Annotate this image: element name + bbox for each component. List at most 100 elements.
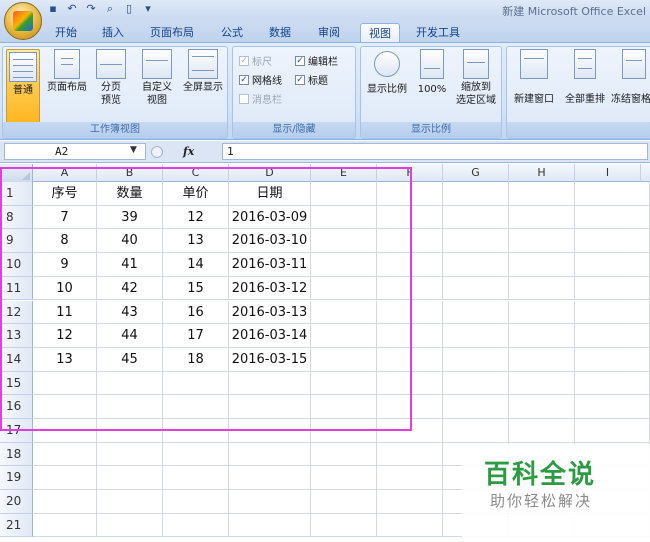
column-header-i[interactable]: I xyxy=(575,164,641,182)
save-icon[interactable]: ▪ xyxy=(46,2,60,16)
row-header[interactable]: 21 xyxy=(0,513,33,538)
cell[interactable]: 单价 xyxy=(163,182,229,206)
cell[interactable] xyxy=(311,205,377,230)
cell[interactable] xyxy=(575,182,650,206)
cell[interactable] xyxy=(229,466,311,491)
tab-page-layout[interactable]: 页面布局 xyxy=(144,23,200,42)
cell[interactable] xyxy=(229,419,311,443)
cell[interactable] xyxy=(575,276,650,301)
cell[interactable] xyxy=(33,442,97,467)
chevron-down-icon[interactable]: ▼ xyxy=(130,143,137,158)
cell[interactable] xyxy=(377,182,443,206)
row-header[interactable]: 15 xyxy=(0,371,33,396)
cell[interactable] xyxy=(443,205,509,230)
cell[interactable] xyxy=(97,371,163,396)
cell[interactable]: 17 xyxy=(163,324,229,348)
cell[interactable] xyxy=(163,395,229,419)
cell[interactable]: 2016-03-10 xyxy=(229,229,311,254)
cell[interactable] xyxy=(443,371,509,396)
row-header[interactable]: 20 xyxy=(0,490,33,514)
cell[interactable] xyxy=(443,324,509,348)
page-break-preview-button[interactable]: 分页 预览 xyxy=(93,49,129,107)
column-header-b[interactable]: B xyxy=(97,164,163,182)
new-document-icon[interactable]: ▯ xyxy=(122,2,136,16)
tab-formulas[interactable]: 公式 xyxy=(216,23,248,42)
cell[interactable] xyxy=(311,253,377,277)
cell[interactable] xyxy=(575,253,650,277)
cell[interactable] xyxy=(509,395,575,419)
row-header[interactable]: 18 xyxy=(0,442,33,467)
cell[interactable]: 9 xyxy=(33,253,97,277)
cell[interactable] xyxy=(229,513,311,538)
cell[interactable] xyxy=(33,466,97,491)
cell[interactable] xyxy=(575,347,650,372)
message-bar-checkbox[interactable]: 消息栏 xyxy=(239,91,282,106)
column-header-a[interactable]: A xyxy=(33,164,97,182)
formula-bar-checkbox[interactable]: ✓ 编辑栏 xyxy=(295,53,338,68)
cell[interactable]: 数量 xyxy=(97,182,163,206)
cell[interactable] xyxy=(443,229,509,254)
new-window-button[interactable]: 新建窗口 xyxy=(509,49,559,106)
cell[interactable] xyxy=(509,419,575,443)
cell[interactable] xyxy=(311,229,377,254)
freeze-panes-button[interactable]: 冻结窗格 xyxy=(611,49,650,106)
cell[interactable] xyxy=(33,371,97,396)
cell[interactable] xyxy=(509,182,575,206)
name-box[interactable]: A2 xyxy=(4,143,146,160)
cell[interactable] xyxy=(163,371,229,396)
cell[interactable]: 14 xyxy=(163,253,229,277)
cell[interactable]: 日期 xyxy=(229,182,311,206)
cell[interactable] xyxy=(311,419,377,443)
cell[interactable] xyxy=(443,182,509,206)
cell[interactable] xyxy=(443,300,509,325)
zoom-button[interactable]: 显示比例 xyxy=(363,49,411,96)
full-screen-button[interactable]: 全屏显示 xyxy=(179,49,227,94)
cell[interactable]: 2016-03-13 xyxy=(229,300,311,325)
cell[interactable]: 13 xyxy=(33,347,97,372)
cell[interactable] xyxy=(311,513,377,538)
cell[interactable] xyxy=(229,442,311,467)
column-header-c[interactable]: C xyxy=(163,164,229,182)
cell[interactable] xyxy=(575,324,650,348)
cell[interactable]: 2016-03-15 xyxy=(229,347,311,372)
cell[interactable]: 12 xyxy=(163,205,229,230)
cell[interactable] xyxy=(377,300,443,325)
row-header[interactable]: 11 xyxy=(0,276,33,301)
cell[interactable] xyxy=(229,395,311,419)
cell[interactable]: 41 xyxy=(97,253,163,277)
cell[interactable] xyxy=(97,442,163,467)
print-preview-icon[interactable]: ⌕ xyxy=(103,2,117,16)
cell[interactable]: 18 xyxy=(163,347,229,372)
cell[interactable] xyxy=(311,466,377,491)
cell[interactable] xyxy=(163,513,229,538)
column-header-e[interactable]: E xyxy=(311,164,377,182)
column-header-g[interactable]: G xyxy=(443,164,509,182)
cell[interactable] xyxy=(377,205,443,230)
cell[interactable] xyxy=(443,419,509,443)
tab-view[interactable]: 视图 xyxy=(360,23,400,42)
row-header[interactable]: 9 xyxy=(0,229,33,254)
cell[interactable] xyxy=(509,253,575,277)
page-layout-view-button[interactable]: 页面布局 xyxy=(43,49,91,94)
cell[interactable] xyxy=(163,419,229,443)
cell[interactable] xyxy=(443,276,509,301)
cell[interactable] xyxy=(163,490,229,514)
cell[interactable]: 42 xyxy=(97,276,163,301)
zoom-to-selection-button[interactable]: 缩放到 选定区域 xyxy=(451,49,501,107)
normal-view-button[interactable]: 普通 xyxy=(6,49,40,125)
cell[interactable] xyxy=(377,347,443,372)
row-header[interactable]: 13 xyxy=(0,324,33,348)
cell[interactable] xyxy=(97,466,163,491)
redo-icon[interactable]: ↷ xyxy=(84,2,98,16)
cell[interactable] xyxy=(311,347,377,372)
customize-icon[interactable]: ▾ xyxy=(141,2,155,16)
cell[interactable] xyxy=(33,395,97,419)
cell[interactable] xyxy=(509,347,575,372)
cell[interactable]: 16 xyxy=(163,300,229,325)
cell[interactable]: 13 xyxy=(163,229,229,254)
cell[interactable] xyxy=(377,395,443,419)
cell[interactable]: 45 xyxy=(97,347,163,372)
zoom-100-button[interactable]: 100% xyxy=(413,49,451,96)
cell[interactable]: 7 xyxy=(33,205,97,230)
cell[interactable] xyxy=(443,347,509,372)
